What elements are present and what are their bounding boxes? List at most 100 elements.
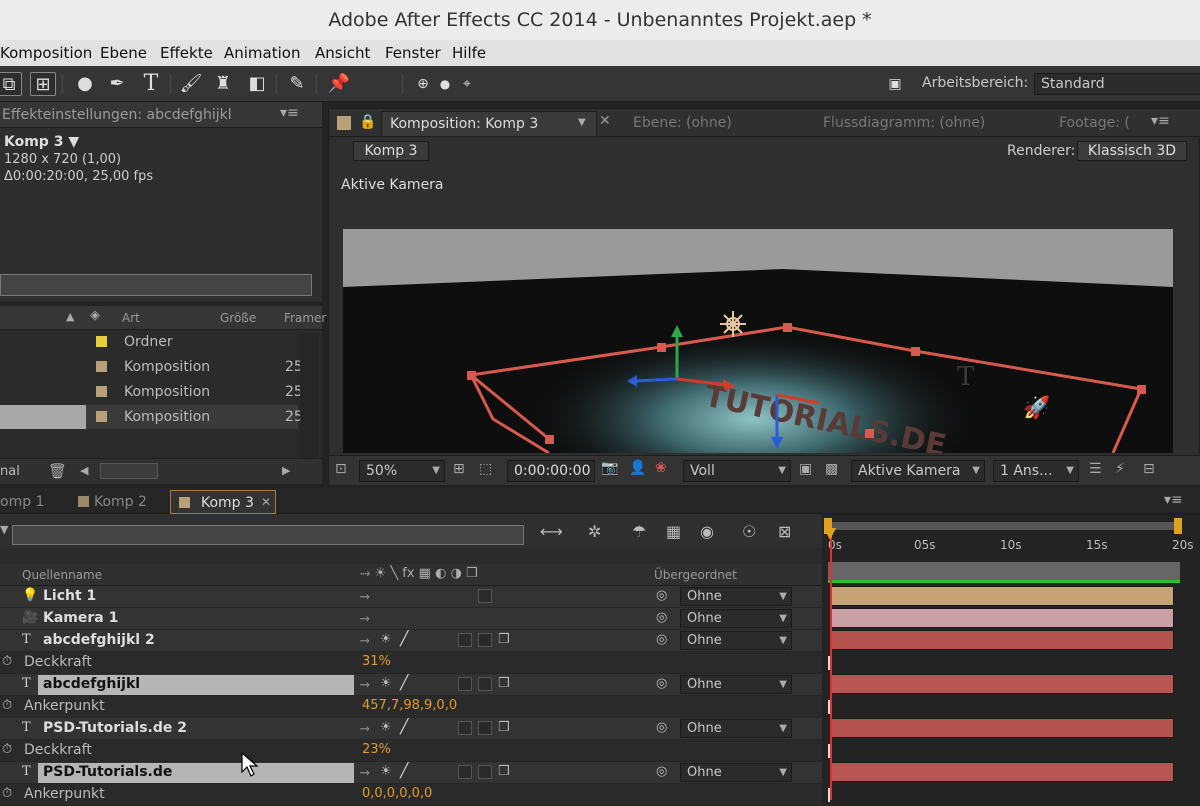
parent-pickwhip-icon[interactable]: ◎ — [656, 632, 667, 647]
views-dropdown[interactable]: 1 Ans... ▼ — [993, 460, 1079, 482]
property-value[interactable]: 0,0,0,0,0,0 — [362, 786, 432, 801]
project-scrollbar[interactable] — [300, 334, 318, 458]
chevron-down-icon[interactable]: ▼ — [0, 523, 8, 536]
stopwatch-icon[interactable]: ⏱ — [2, 786, 12, 801]
layer-duration-bar[interactable] — [830, 762, 1174, 782]
layer-duration-bar[interactable] — [830, 608, 1174, 628]
column-size[interactable]: Größe — [220, 311, 256, 325]
show-snapshot-icon[interactable]: 👤 — [629, 460, 646, 476]
hide-shy-layers-icon[interactable]: ☂ — [632, 522, 646, 541]
clone-stamp-tool-icon[interactable]: ♜ — [210, 72, 236, 96]
eraser-tool-icon[interactable]: ◧ — [244, 72, 270, 96]
graph-editor-icon[interactable]: ☉ — [742, 522, 756, 541]
column-art[interactable]: Art — [122, 311, 140, 325]
puppet-pin-tool-icon[interactable]: 📌 — [326, 72, 352, 96]
frame-blending-icon[interactable]: ▦ — [666, 522, 681, 541]
view-axis-icon[interactable]: ⌖ — [454, 72, 480, 96]
shy-switch-icon[interactable]: ⤑ — [360, 633, 370, 648]
fast-preview-icon[interactable]: ⚡ — [1115, 461, 1125, 477]
layer-duration-bar[interactable] — [830, 718, 1174, 738]
3d-layer-switch-icon[interactable]: ❒ — [498, 720, 510, 735]
property-row[interactable]: ⏱ Ankerpunkt 0,0,0,0,0,0 — [0, 784, 822, 806]
timeline-search-input[interactable] — [12, 525, 524, 545]
toggle-pixel-aspect-icon[interactable]: ☰ — [1089, 461, 1102, 477]
brainstorm-icon[interactable]: ⊠ — [778, 522, 791, 541]
work-area-bar[interactable] — [828, 522, 1180, 530]
3d-layer-switch-icon[interactable]: ❒ — [498, 676, 510, 691]
parent-pickwhip-icon[interactable]: ◎ — [656, 610, 667, 625]
switch-box[interactable] — [478, 721, 492, 735]
3d-layer-switch-icon[interactable]: ❒ — [498, 632, 510, 647]
workspace-dropdown[interactable]: Standard — [1034, 73, 1200, 95]
3d-layer-switch-icon[interactable]: ❒ — [498, 764, 510, 779]
layer-name[interactable]: abcdefghijkl 2 — [43, 632, 155, 648]
lock-icon[interactable]: 🔒 — [359, 114, 376, 130]
timecode-field[interactable]: 0:00:00:00 — [507, 460, 595, 482]
draft-3d-icon[interactable]: ✲ — [588, 522, 601, 541]
parent-pickwhip-icon[interactable]: ◎ — [656, 720, 667, 735]
sort-arrow-icon[interactable]: ▲ — [66, 310, 74, 323]
fit-icon[interactable]: ⊞ — [453, 461, 465, 477]
roto-brush-tool-icon[interactable]: ✎ — [284, 72, 310, 96]
effects-comp-name[interactable]: Komp 3 ▼ — [4, 134, 79, 150]
switch-box[interactable] — [478, 677, 492, 691]
scroll-right-icon[interactable]: ▶ — [282, 464, 290, 477]
layer-duration-bar[interactable] — [830, 586, 1174, 606]
pen-tool-icon[interactable]: ✒ — [104, 72, 130, 96]
view-dropdown[interactable]: Aktive Kamera ▼ — [851, 460, 985, 482]
property-row[interactable]: ⏱ Deckkraft 31% — [0, 652, 822, 674]
stopwatch-icon[interactable]: ⏱ — [2, 742, 12, 757]
layer-row[interactable]: 🎥 Kamera 1 ⤑ ◎ Ohne ▼ — [0, 608, 822, 630]
channel-icon[interactable]: ❀ — [655, 460, 667, 476]
quality-switch-icon[interactable]: ╱ — [400, 675, 408, 691]
tab-komp-3[interactable]: Komp 3 ✕ — [170, 490, 276, 514]
label-color-swatch[interactable] — [96, 336, 107, 347]
switch-box[interactable] — [478, 765, 492, 779]
menu-animation[interactable]: Animation — [224, 44, 300, 62]
time-navigator[interactable] — [828, 562, 1180, 580]
timeline-graph-area[interactable]: 0s 05s 10s 15s 20s — [822, 514, 1200, 802]
collapse-switch-icon[interactable]: ☀ — [380, 720, 392, 735]
layer-duration-bar[interactable] — [830, 630, 1174, 650]
column-parent[interactable]: Übergeordnet — [654, 568, 737, 582]
shy-switch-icon[interactable]: ⤑ — [360, 765, 370, 780]
snapshot-camera-icon[interactable]: 📷 — [601, 460, 618, 476]
menu-ansicht[interactable]: Ansicht — [315, 44, 370, 62]
trash-icon[interactable]: 🗑 — [48, 462, 67, 480]
always-preview-icon[interactable]: ⊡ — [335, 461, 347, 477]
timeline-icon[interactable]: ⊟ — [1143, 461, 1155, 477]
switch-box[interactable] — [458, 677, 472, 691]
ellipse-tool-icon[interactable]: ● — [72, 72, 98, 96]
project-item[interactable]: Komposition 25 — [0, 380, 303, 404]
region-of-interest-icon[interactable]: ⬚ — [479, 461, 492, 477]
layer-name[interactable]: PSD-Tutorials.de 2 — [43, 720, 187, 736]
close-icon[interactable]: ✕ — [261, 495, 271, 509]
collapse-switch-icon[interactable]: ☀ — [380, 676, 392, 691]
stopwatch-icon[interactable]: ⏱ — [2, 654, 12, 669]
tab-komp-1[interactable]: omp 1 — [0, 490, 60, 514]
menu-effekte[interactable]: Effekte — [160, 44, 213, 62]
project-item[interactable]: Ordner — [0, 330, 298, 354]
switch-box[interactable] — [458, 765, 472, 779]
comp-mini-flowchart-icon[interactable]: ⟷ — [540, 522, 563, 541]
collapse-switch-icon[interactable]: ☀ — [380, 632, 392, 647]
label-tag-icon[interactable]: ◈ — [90, 308, 100, 323]
layer-name[interactable]: Licht 1 — [43, 588, 96, 604]
property-row[interactable]: ⏱ Ankerpunkt 457,7,98,9,0,0 — [0, 696, 822, 718]
orbit-camera-tool-icon[interactable]: ⊞ — [30, 72, 56, 96]
shy-switch-icon[interactable]: ⤑ — [360, 677, 370, 692]
switch-box[interactable] — [478, 633, 492, 647]
brush-tool-icon[interactable]: 🖌 — [178, 72, 204, 96]
switch-box[interactable] — [458, 721, 472, 735]
menu-hilfe[interactable]: Hilfe — [452, 44, 486, 62]
renderer-button[interactable]: Klassisch 3D — [1077, 141, 1187, 161]
menu-fenster[interactable]: Fenster — [385, 44, 441, 62]
parent-dropdown[interactable]: Ohne ▼ — [680, 763, 792, 782]
tab-komp-2[interactable]: Komp 2 — [68, 490, 164, 514]
column-source-name[interactable]: Quellenname — [22, 568, 102, 582]
layer-name[interactable]: Kamera 1 — [43, 610, 118, 626]
panel-menu-icon[interactable]: ▾≡ — [280, 105, 299, 121]
quality-switch-icon[interactable]: ╱ — [400, 719, 408, 735]
label-color-swatch[interactable] — [96, 386, 107, 397]
comp-viewport[interactable]: TUTORIALS.DE T 🚀 — [343, 229, 1173, 453]
